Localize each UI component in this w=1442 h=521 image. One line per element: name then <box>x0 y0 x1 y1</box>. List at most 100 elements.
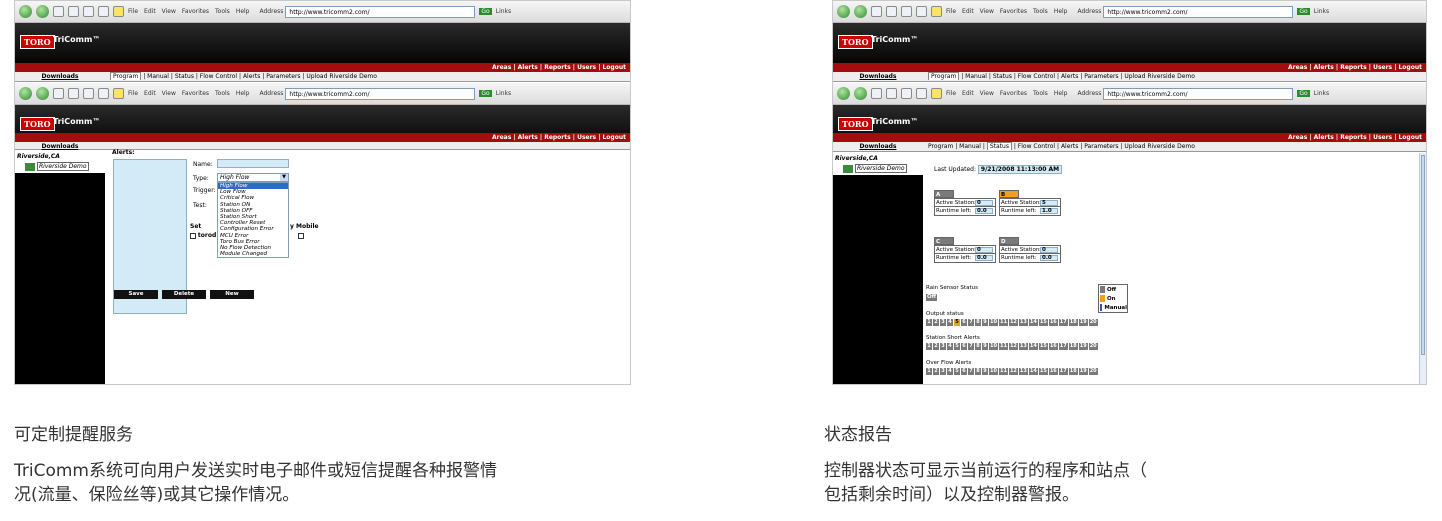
menu-help[interactable]: Help <box>1054 8 1068 15</box>
tab-manual[interactable]: Manual <box>959 143 981 150</box>
menu-view[interactable]: View <box>162 8 176 15</box>
top-links[interactable]: Areas | Alerts | Reports | Users | Logou… <box>15 133 630 142</box>
forward-icon[interactable] <box>36 5 49 18</box>
stop-icon[interactable] <box>53 6 64 17</box>
tab-manual[interactable]: Manual <box>965 73 987 80</box>
menu-favorites[interactable]: Favorites <box>1000 8 1027 15</box>
address-input[interactable]: http://www.tricomm2.com/ <box>285 87 476 100</box>
menu-file[interactable]: File <box>946 90 956 97</box>
forward-icon[interactable] <box>854 87 867 100</box>
back-icon[interactable] <box>837 87 850 100</box>
menu-view[interactable]: View <box>980 8 994 15</box>
save-button[interactable]: Save <box>114 290 158 299</box>
go-button[interactable]: Go <box>1297 90 1310 97</box>
menu-tools[interactable]: Tools <box>1033 90 1048 97</box>
tab-flow-control[interactable]: Flow Control <box>200 73 237 80</box>
search-icon[interactable] <box>98 6 109 17</box>
new-button[interactable]: New <box>210 290 254 299</box>
favorites-icon[interactable] <box>931 6 942 17</box>
address-input[interactable]: http://www.tricomm2.com/ <box>1103 87 1294 100</box>
tab-status[interactable]: Status <box>175 73 194 80</box>
back-icon[interactable] <box>19 5 32 18</box>
refresh-icon[interactable] <box>886 88 897 99</box>
downloads-link[interactable]: Downloads <box>833 72 923 81</box>
downloads-link[interactable]: Downloads <box>833 142 923 151</box>
links-label[interactable]: Links <box>496 90 511 97</box>
tab-upload[interactable]: Upload <box>1124 143 1145 150</box>
menu-help[interactable]: Help <box>1054 90 1068 97</box>
menu-favorites[interactable]: Favorites <box>182 90 209 97</box>
name-input[interactable] <box>217 159 289 168</box>
menu-file[interactable]: File <box>946 8 956 15</box>
search-icon[interactable] <box>916 6 927 17</box>
type-select[interactable]: High Flow ▼ <box>217 173 289 182</box>
tab-flow-control[interactable]: Flow Control <box>1018 73 1055 80</box>
top-links[interactable]: Areas | Alerts | Reports | Users | Logou… <box>833 133 1426 142</box>
scrollbar[interactable] <box>1419 153 1426 384</box>
menu-edit[interactable]: Edit <box>144 8 156 15</box>
tab-alerts[interactable]: Alerts <box>1061 143 1078 150</box>
tab-alerts[interactable]: Alerts <box>1061 73 1078 80</box>
home-icon[interactable] <box>83 88 94 99</box>
downloads-link[interactable]: Downloads <box>15 142 105 151</box>
tree-root[interactable]: Riverside,CA <box>835 155 921 162</box>
refresh-icon[interactable] <box>886 6 897 17</box>
home-icon[interactable] <box>901 88 912 99</box>
forward-icon[interactable] <box>854 5 867 18</box>
refresh-icon[interactable] <box>68 6 79 17</box>
tab-alerts[interactable]: Alerts <box>243 73 260 80</box>
menu-view[interactable]: View <box>162 90 176 97</box>
back-icon[interactable] <box>837 5 850 18</box>
menu-view[interactable]: View <box>980 90 994 97</box>
links-label[interactable]: Links <box>1314 90 1329 97</box>
menu-edit[interactable]: Edit <box>962 90 974 97</box>
mobile-checkbox[interactable] <box>298 232 304 239</box>
search-icon[interactable] <box>98 88 109 99</box>
menu-tools[interactable]: Tools <box>1033 8 1048 15</box>
delete-button[interactable]: Delete <box>162 290 206 299</box>
tab-parameters[interactable]: Parameters <box>1084 143 1118 150</box>
menu-help[interactable]: Help <box>236 90 250 97</box>
tab-program[interactable]: Program <box>928 143 953 150</box>
tab-program[interactable]: Program <box>110 72 142 80</box>
address-input[interactable]: http://www.tricomm2.com/ <box>285 5 476 18</box>
back-icon[interactable] <box>19 87 32 100</box>
tab-manual[interactable]: Manual <box>147 73 169 80</box>
stop-icon[interactable] <box>871 6 882 17</box>
menu-favorites[interactable]: Favorites <box>182 8 209 15</box>
tree-child[interactable]: Riverside Demo <box>25 162 103 171</box>
downloads-link[interactable]: Downloads <box>15 72 105 81</box>
tab-status[interactable]: Status <box>986 142 1012 150</box>
stop-icon[interactable] <box>871 88 882 99</box>
search-icon[interactable] <box>916 88 927 99</box>
address-input[interactable]: http://www.tricomm2.com/ <box>1103 5 1294 18</box>
favorites-icon[interactable] <box>113 6 124 17</box>
menu-favorites[interactable]: Favorites <box>1000 90 1027 97</box>
tree-root[interactable]: Riverside,CA <box>17 153 103 160</box>
menu-edit[interactable]: Edit <box>962 8 974 15</box>
menu-tools[interactable]: Tools <box>215 90 230 97</box>
links-label[interactable]: Links <box>496 8 511 15</box>
scroll-thumb[interactable] <box>1421 155 1425 355</box>
menu-tools[interactable]: Tools <box>215 8 230 15</box>
go-button[interactable]: Go <box>479 90 492 97</box>
tree-child[interactable]: Riverside Demo <box>843 164 921 173</box>
top-links[interactable]: Areas | Alerts | Reports | Users | Logou… <box>833 63 1426 72</box>
home-icon[interactable] <box>901 6 912 17</box>
refresh-icon[interactable] <box>68 88 79 99</box>
tab-upload[interactable]: Upload <box>1124 73 1145 80</box>
set-checkbox[interactable] <box>190 232 196 239</box>
go-button[interactable]: Go <box>479 8 492 15</box>
menu-file[interactable]: File <box>128 90 138 97</box>
top-links[interactable]: Areas | Alerts | Reports | Users | Logou… <box>15 63 630 72</box>
tab-upload[interactable]: Upload <box>306 73 327 80</box>
tab-flow-control[interactable]: Flow Control <box>1018 143 1055 150</box>
chevron-down-icon[interactable]: ▼ <box>280 174 288 181</box>
menu-edit[interactable]: Edit <box>144 90 156 97</box>
tab-program[interactable]: Program <box>928 72 960 80</box>
menu-help[interactable]: Help <box>236 8 250 15</box>
type-option[interactable]: Module Changed <box>218 251 288 257</box>
favorites-icon[interactable] <box>931 88 942 99</box>
favorites-icon[interactable] <box>113 88 124 99</box>
forward-icon[interactable] <box>36 87 49 100</box>
